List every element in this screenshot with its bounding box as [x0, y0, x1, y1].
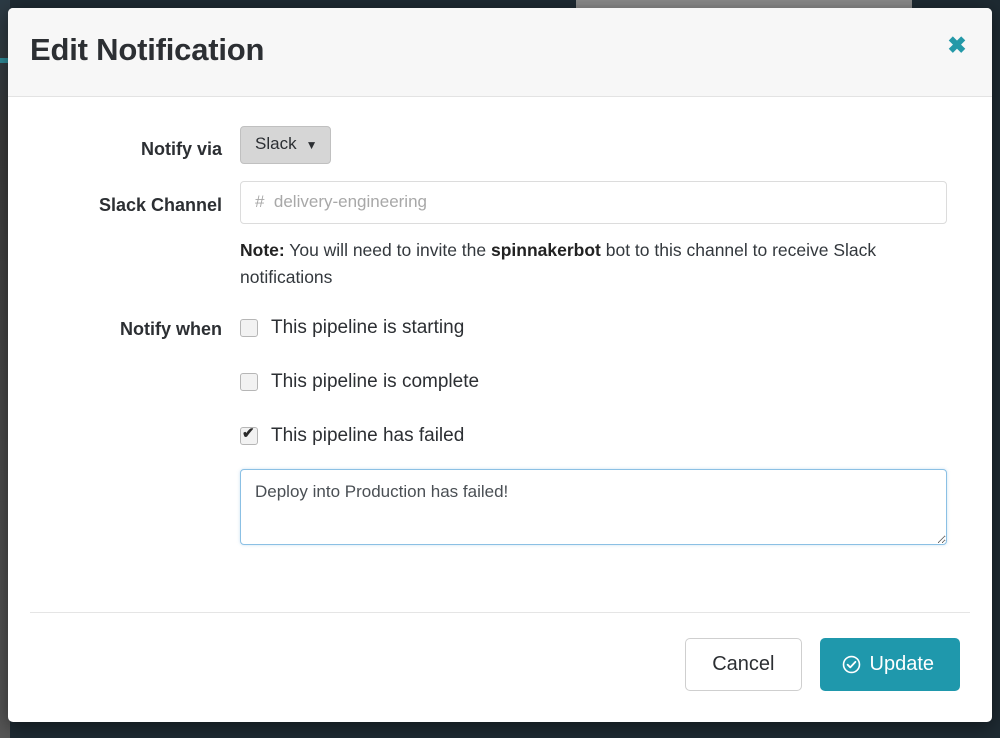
check-circle-icon: [842, 655, 861, 674]
note-prefix: Note:: [240, 240, 285, 260]
checkbox-pipeline-complete[interactable]: [240, 373, 258, 391]
update-button-label: Update: [870, 654, 935, 674]
page-title: Edit Notification: [30, 32, 264, 68]
note-bot-name: spinnakerbot: [491, 240, 601, 260]
notify-via-label: Notify via: [8, 126, 240, 160]
checkbox-label-pipeline-complete: This pipeline is complete: [271, 371, 479, 393]
modal-footer: Cancel Update: [8, 612, 992, 722]
cancel-button[interactable]: Cancel: [685, 638, 801, 691]
update-button[interactable]: Update: [820, 638, 961, 691]
checkbox-row-pipeline-complete[interactable]: This pipeline is complete: [240, 371, 947, 393]
failure-message-textarea[interactable]: [240, 469, 947, 545]
notify-when-control: This pipeline is starting This pipeline …: [240, 317, 992, 550]
slack-channel-control: Note: You will need to invite the spinna…: [240, 181, 992, 291]
checkbox-row-pipeline-failed[interactable]: This pipeline has failed: [240, 425, 947, 447]
notify-via-selected-value: Slack: [255, 135, 297, 154]
edit-notification-modal: Edit Notification ✖ Notify via Slack ▼ S…: [8, 8, 992, 722]
checkbox-row-pipeline-starting[interactable]: This pipeline is starting: [240, 317, 947, 339]
notify-when-label: Notify when: [8, 317, 240, 340]
slack-channel-input[interactable]: [240, 181, 947, 224]
notify-via-select[interactable]: Slack ▼: [240, 126, 331, 164]
slack-channel-note: Note: You will need to invite the spinna…: [240, 237, 880, 291]
note-text-before: You will need to invite the: [285, 240, 491, 260]
close-icon[interactable]: ✖: [944, 32, 970, 58]
notify-via-control: Slack ▼: [240, 126, 992, 164]
modal-body: Notify via Slack ▼ Slack Channel Note: Y…: [8, 97, 992, 612]
footer-divider: [30, 612, 970, 613]
slack-channel-row: Slack Channel Note: You will need to inv…: [8, 164, 992, 291]
checkbox-label-pipeline-failed: This pipeline has failed: [271, 425, 464, 447]
notify-via-row: Notify via Slack ▼: [8, 97, 992, 164]
chevron-down-icon: ▼: [306, 139, 318, 152]
footer-actions: Cancel Update: [685, 638, 960, 691]
checkbox-pipeline-starting[interactable]: [240, 319, 258, 337]
modal-header: Edit Notification ✖: [8, 8, 992, 97]
checkbox-pipeline-failed[interactable]: [240, 427, 258, 445]
notify-when-row: Notify when This pipeline is starting Th…: [8, 291, 992, 550]
checkbox-label-pipeline-starting: This pipeline is starting: [271, 317, 464, 339]
slack-channel-label: Slack Channel: [8, 181, 240, 216]
